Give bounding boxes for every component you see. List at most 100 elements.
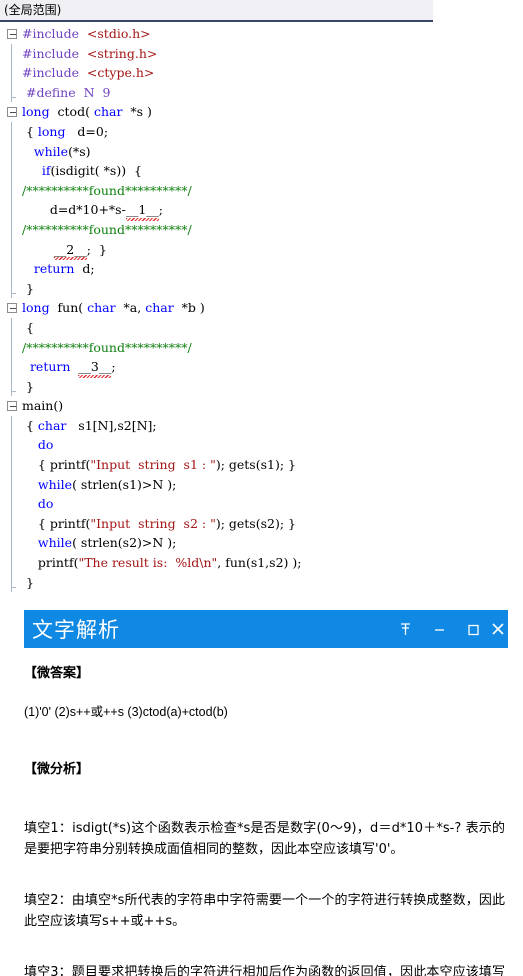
code-line[interactable]: { printf("Input string s2 : "); gets(s2)…	[0, 513, 523, 534]
code-token: , fun(s1,s2) );	[217, 555, 302, 571]
code-line[interactable]: do	[0, 494, 523, 514]
code-token: do	[37, 496, 54, 512]
code-token: ctod(	[49, 104, 94, 120]
code-token: /**********found**********/	[22, 221, 192, 237]
fold-guide-line	[11, 435, 12, 456]
minimize-icon[interactable]	[422, 610, 456, 648]
code-editor[interactable]: #include <stdio.h> #include <string.h> #in…	[0, 24, 523, 600]
fold-guide-line	[11, 357, 12, 377]
code-token: {	[22, 319, 34, 335]
code-token: ( strlen(s2)>N );	[72, 535, 177, 551]
fold-toggle-icon[interactable]	[7, 400, 17, 411]
fold-guide-line-end	[11, 572, 16, 593]
fold-guide-line	[11, 259, 12, 279]
code-line[interactable]: d=d*10+*s-__1__;	[0, 200, 523, 221]
fold-guide-line	[11, 121, 12, 142]
code-token: while	[37, 476, 73, 492]
code-line[interactable]: #include <ctype.h>	[0, 63, 523, 83]
code-token: *a,	[115, 300, 146, 316]
code-blank[interactable]: __1__	[125, 200, 159, 221]
code-token: ; }	[86, 241, 107, 257]
code-line[interactable]: /**********found**********/	[0, 180, 523, 201]
pin-icon[interactable]	[388, 610, 422, 648]
code-token: char	[37, 417, 67, 433]
code-line[interactable]: }	[0, 376, 523, 397]
code-line[interactable]: #define N 9	[0, 82, 523, 103]
code-line[interactable]: /**********found**********/	[0, 219, 523, 240]
fold-guide-line-end	[11, 376, 16, 397]
code-line[interactable]: long fun( char *a, char *b )	[0, 298, 523, 318]
analysis-heading: 【微分析】	[24, 762, 90, 777]
close-icon[interactable]	[490, 610, 508, 648]
answer-text: (1)'0' (2)s++或++s (3)ctod(a)+ctod(b)	[24, 705, 228, 719]
analysis-paragraph-2: 填空2：由填空*s所代表的字符串中字符需要一个一个的字符进行转换成整数，因此此空…	[24, 893, 505, 929]
code-line[interactable]: __2__; }	[0, 239, 523, 260]
code-line[interactable]: main()	[0, 396, 523, 416]
code-line[interactable]: if(isdigit( *s)) {	[0, 161, 523, 181]
code-line[interactable]: { printf("Input string s1 : "); gets(s1)…	[0, 455, 523, 475]
code-token: "Input string s2 : "	[90, 515, 216, 531]
code-token: <ctype.h>	[86, 65, 155, 81]
code-line[interactable]: { char s1[N],s2[N];	[0, 415, 523, 436]
code-token: ); gets(s1); }	[215, 457, 296, 473]
code-token: /**********found**********/	[22, 182, 192, 198]
code-line[interactable]: {	[0, 317, 523, 338]
fold-toggle-icon[interactable]	[7, 302, 17, 313]
code-blank[interactable]: __2__	[53, 240, 87, 260]
code-token: char	[93, 104, 123, 120]
code-token: return	[29, 359, 71, 375]
scope-bar[interactable]: (全局范围)	[0, 0, 433, 22]
analysis-paragraph-1: 填空1：isdigt(*s)这个函数表示检查*s是否是数字(0～9)，d＝d*1…	[24, 821, 505, 857]
fold-guide-line	[11, 43, 12, 64]
code-token: d=0;	[65, 123, 109, 139]
maximize-icon[interactable]	[456, 610, 490, 648]
code-line[interactable]: printf("The result is: %ld\n", fun(s1,s2…	[0, 553, 523, 573]
code-token: }	[22, 280, 34, 296]
code-token: while	[37, 535, 73, 551]
code-line[interactable]: while( strlen(s2)>N );	[0, 533, 523, 554]
code-token: "The result is: %ld\n"	[78, 555, 218, 571]
code-token: long	[22, 104, 50, 120]
code-line[interactable]: { long d=0;	[0, 121, 523, 142]
code-token: }	[22, 574, 34, 590]
code-token: ;	[111, 359, 116, 375]
code-token: *b )	[173, 300, 205, 316]
fold-guide-line	[11, 513, 12, 534]
code-line[interactable]: }	[0, 572, 523, 593]
analysis-panel-titlebar: 文字解析	[24, 610, 508, 648]
code-token: char	[145, 300, 174, 316]
code-token: #define N 9	[22, 84, 111, 100]
fold-toggle-icon[interactable]	[7, 106, 17, 117]
code-token: d;	[74, 261, 95, 277]
code-line[interactable]: while( strlen(s1)>N );	[0, 474, 523, 495]
code-line[interactable]: return __3__;	[0, 357, 523, 378]
code-line[interactable]: return d;	[0, 259, 523, 279]
fold-toggle-icon[interactable]	[7, 28, 17, 39]
code-token: d=d*10+*s-	[22, 202, 126, 218]
analysis-paragraph-3: 填空3：题目要求把转换后的字符进行相加后作为函数的返回值，因此本空应该填写cto…	[24, 965, 505, 976]
code-token: (*s)	[68, 143, 91, 159]
code-line[interactable]: #include <stdio.h>	[0, 24, 523, 44]
code-token: ;	[158, 202, 163, 218]
fold-guide-line	[11, 455, 12, 475]
code-line[interactable]: while(*s)	[0, 141, 523, 162]
code-token: fun(	[49, 300, 88, 316]
code-line[interactable]: /**********found**********/	[0, 337, 523, 358]
code-blank[interactable]: __3__	[78, 357, 111, 378]
code-line[interactable]: do	[0, 435, 523, 456]
code-line[interactable]: #include <string.h>	[0, 43, 523, 64]
code-token: <stdio.h>	[86, 26, 151, 41]
code-token: {	[22, 417, 38, 433]
code-line[interactable]: }	[0, 278, 523, 299]
fold-guide-line	[11, 161, 12, 181]
code-line[interactable]: long ctod( char *s )	[0, 102, 523, 122]
